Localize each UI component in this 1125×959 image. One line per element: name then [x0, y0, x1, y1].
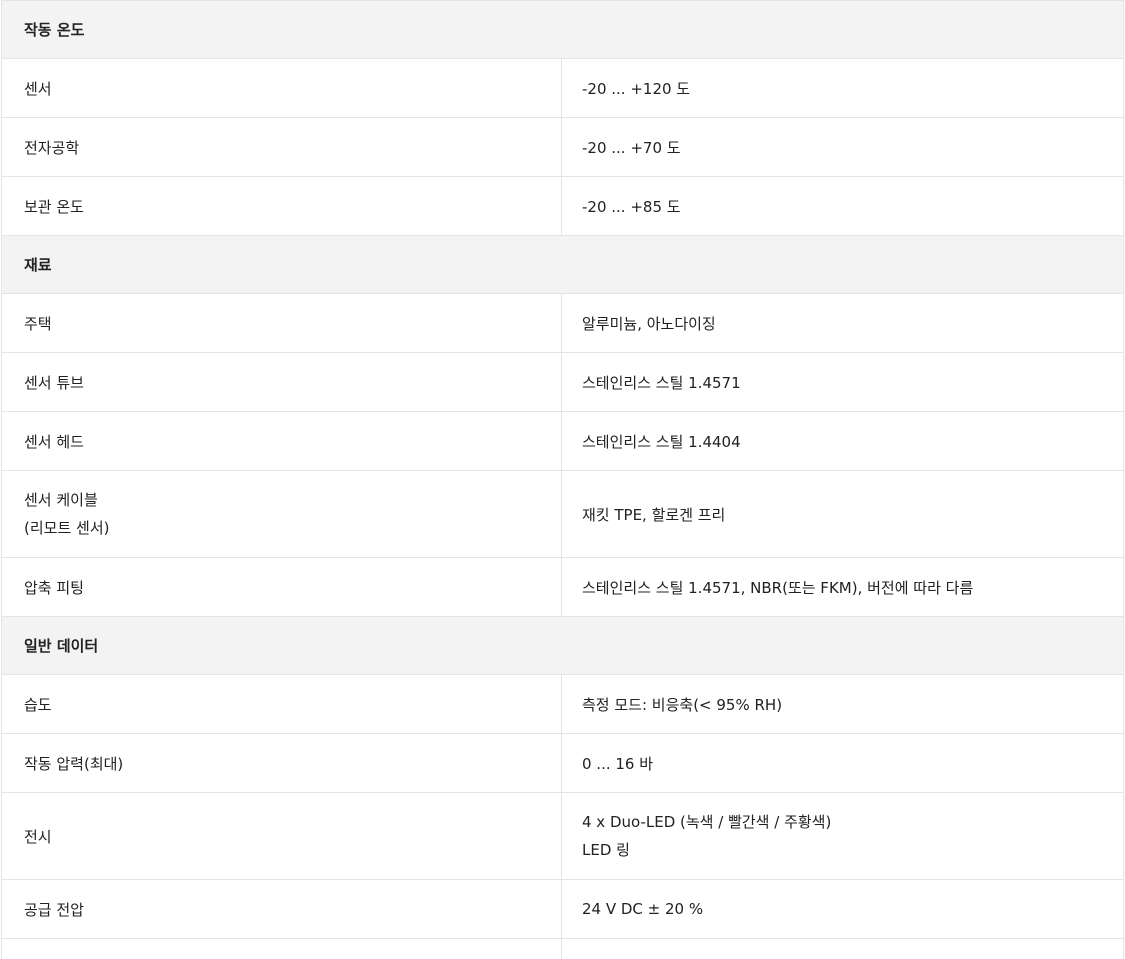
- table-row: 보관 온도 -20 ... +85 도: [2, 176, 1123, 235]
- row-value: 24 V DC ± 20 %: [582, 900, 704, 918]
- table-row: 센서 튜브 스테인리스 스틸 1.4571: [2, 352, 1123, 411]
- row-label: 센서: [24, 79, 52, 98]
- table-row: 센서 -20 ... +120 도: [2, 58, 1123, 117]
- table-row: 센서 케이블 (리모트 센서) 재킷 TPE, 할로겐 프리: [2, 470, 1123, 557]
- row-label: 센서 헤드: [24, 432, 84, 451]
- row-label: 압축 피팅: [24, 578, 84, 597]
- row-value: 알루미늄, 아노다이징: [582, 314, 716, 333]
- row-value: 스테인리스 스틸 1.4404: [582, 432, 741, 451]
- table-row: 전시 4 x Duo-LED (녹색 / 빨간색 / 주황색) LED 링: [2, 792, 1123, 879]
- table-row: 센서 헤드 스테인리스 스틸 1.4404: [2, 411, 1123, 470]
- section-header-general-data: 일반 데이터: [2, 616, 1123, 674]
- row-value: 스테인리스 스틸 1.4571: [582, 373, 741, 392]
- row-label: 습도: [24, 695, 52, 714]
- row-value: 재킷 TPE, 할로겐 프리: [582, 505, 726, 524]
- row-value: 스테인리스 스틸 1.4571, NBR(또는 FKM), 버전에 따라 다름: [582, 578, 974, 597]
- row-value-line: LED 링: [582, 841, 630, 859]
- table-row: 공급 전압 24 V DC ± 20 %: [2, 879, 1123, 938]
- section-header-materials: 재료: [2, 235, 1123, 293]
- section-title: 일반 데이터: [24, 637, 99, 655]
- row-value: -20 ... +70 도: [582, 138, 681, 157]
- row-label: 전시: [24, 827, 52, 846]
- section-title: 작동 온도: [24, 21, 85, 39]
- table-row-partial: [2, 938, 1123, 959]
- table-row: 작동 압력(최대) 0 ... 16 바: [2, 733, 1123, 792]
- row-value-line: 4 x Duo-LED (녹색 / 빨간색 / 주황색): [582, 813, 832, 831]
- table-row: 압축 피팅 스테인리스 스틸 1.4571, NBR(또는 FKM), 버전에 …: [2, 557, 1123, 616]
- table-row: 습도 측정 모드: 비응축(< 95% RH): [2, 674, 1123, 733]
- section-title: 재료: [24, 256, 52, 274]
- row-label: 작동 압력(최대): [24, 754, 124, 773]
- table-row: 주택 알루미늄, 아노다이징: [2, 293, 1123, 352]
- table-row: 전자공학 -20 ... +70 도: [2, 117, 1123, 176]
- row-label-multiline: 센서 케이블 (리모트 센서): [24, 486, 109, 542]
- row-value-multiline: 4 x Duo-LED (녹색 / 빨간색 / 주황색) LED 링: [582, 808, 831, 864]
- row-value: 0 ... 16 바: [582, 754, 654, 773]
- row-label: 보관 온도: [24, 197, 84, 216]
- row-label: 공급 전압: [24, 900, 84, 919]
- spec-table: 작동 온도 센서 -20 ... +120 도 전자공학 -20 ... +70…: [1, 0, 1124, 959]
- row-value: -20 ... +85 도: [582, 197, 681, 216]
- row-value: 측정 모드: 비응축(< 95% RH): [582, 695, 783, 714]
- row-label: 전자공학: [24, 138, 80, 157]
- row-value: -20 ... +120 도: [582, 79, 691, 98]
- row-label-line: (리모트 센서): [24, 519, 110, 537]
- section-header-operating-temperature: 작동 온도: [2, 0, 1123, 58]
- row-label: 센서 튜브: [24, 373, 84, 392]
- row-label: 주택: [24, 314, 52, 333]
- row-label-line: 센서 케이블: [24, 491, 98, 509]
